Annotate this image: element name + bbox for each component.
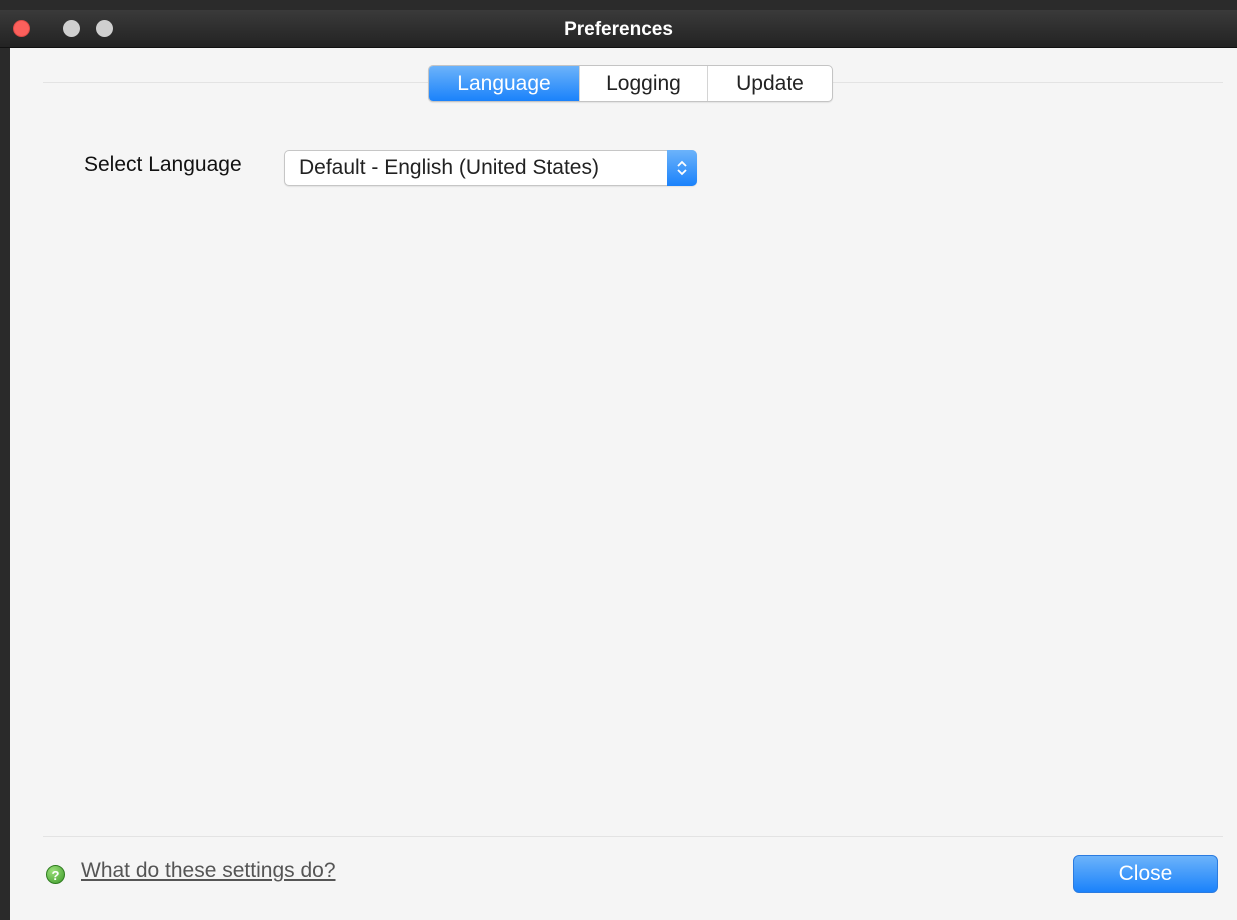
tab-logging[interactable]: Logging (580, 66, 708, 101)
close-button[interactable]: Close (1073, 855, 1218, 893)
language-select[interactable]: Default - English (United States) (284, 150, 697, 186)
tab-update[interactable]: Update (708, 66, 832, 101)
help-link[interactable]: What do these settings do? (81, 859, 336, 883)
window-title: Preferences (564, 19, 673, 40)
language-select-value: Default - English (United States) (299, 156, 599, 179)
footer-divider (43, 836, 1223, 837)
chevron-up-down-icon[interactable] (667, 150, 697, 186)
title-bar[interactable]: Preferences (0, 10, 1237, 48)
tab-bar: Language Logging Update (428, 65, 833, 102)
preferences-window: Preferences Language Logging Update Sele… (0, 10, 1237, 920)
help-icon[interactable]: ? (46, 865, 65, 884)
tab-language[interactable]: Language (429, 66, 580, 101)
select-language-label: Select Language (84, 153, 242, 176)
